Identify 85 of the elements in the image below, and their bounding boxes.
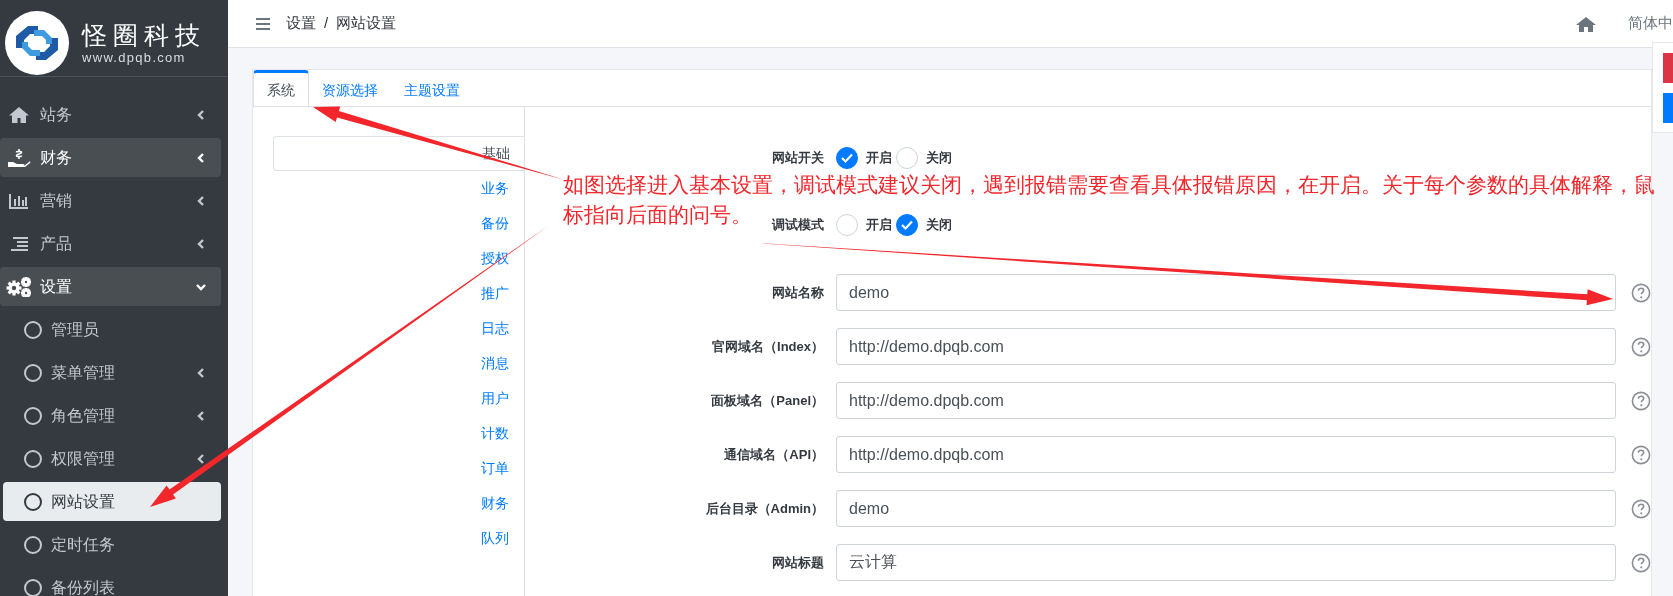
chevron-left-icon xyxy=(195,151,207,164)
section-link[interactable]: 队列 xyxy=(273,521,524,556)
text-field[interactable]: http://demo.dpqb.com xyxy=(836,436,1616,473)
floating-button[interactable] xyxy=(1663,53,1673,83)
radio-button[interactable] xyxy=(896,214,918,236)
circle-icon xyxy=(24,535,42,554)
option-label: 关闭 xyxy=(926,149,952,168)
section-link[interactable]: 订单 xyxy=(273,451,524,486)
help-icon xyxy=(1631,552,1651,573)
option-label: 开启 xyxy=(866,216,892,235)
gears-icon xyxy=(6,276,32,297)
circle-icon xyxy=(24,578,42,596)
floating-button[interactable] xyxy=(1663,93,1673,123)
bar-chart-icon xyxy=(9,192,29,209)
sidebar-subitem[interactable]: 备份列表 xyxy=(0,568,221,596)
field-label: 调试模式 xyxy=(772,217,824,233)
chevron-left-icon xyxy=(195,237,207,250)
field-label: 通信域名（API） xyxy=(724,446,824,462)
help-icon xyxy=(1631,282,1651,303)
circle-icon xyxy=(24,406,42,425)
breadcrumb-item: 网站设置 xyxy=(336,13,397,34)
text-field[interactable]: http://demo.dpqb.com xyxy=(836,328,1616,365)
field-label: 官网域名（Index） xyxy=(712,338,824,354)
sidebar-item[interactable]: 站务 xyxy=(0,95,221,134)
section-link[interactable]: 备份 xyxy=(273,206,524,241)
breadcrumb-separator: / xyxy=(324,13,329,34)
option-label: 关闭 xyxy=(926,216,952,235)
list-icon xyxy=(9,235,29,252)
sidebar-item[interactable]: 产品 xyxy=(0,224,221,263)
sidebar-subitem[interactable]: 定时任务 xyxy=(0,525,221,564)
radio-button[interactable] xyxy=(836,147,858,169)
field-label: 面板域名（Panel） xyxy=(711,392,824,408)
chevron-left-icon xyxy=(195,366,207,379)
chevron-left-icon xyxy=(195,452,207,465)
section-link[interactable]: 日志 xyxy=(273,311,524,346)
section-link[interactable]: 财务 xyxy=(273,486,524,521)
sidebar-subitem[interactable]: 角色管理 xyxy=(0,396,221,435)
field-label: 网站开关 xyxy=(772,150,824,166)
section-link[interactable]: 推广 xyxy=(273,276,524,311)
home-icon xyxy=(8,105,30,124)
sidebar-item[interactable]: 财务 xyxy=(0,138,221,177)
chevron-left-icon xyxy=(195,409,207,422)
tab[interactable]: 系统 xyxy=(253,70,309,108)
annotation-text: 标指向后面的问号。 xyxy=(563,202,752,228)
home-icon xyxy=(1576,15,1596,32)
sidebar-item[interactable]: 设置 xyxy=(0,267,221,306)
circle-icon xyxy=(24,320,42,339)
tab[interactable]: 资源选择 xyxy=(309,70,391,107)
hand-money-icon xyxy=(7,147,31,168)
text-field[interactable]: demo xyxy=(836,274,1616,311)
sidebar-item[interactable]: 营销 xyxy=(0,181,221,220)
help-icon xyxy=(1631,336,1651,357)
circle-icon xyxy=(24,363,42,382)
circle-icon xyxy=(24,492,42,511)
section-link[interactable]: 业务 xyxy=(273,171,524,206)
help-icon xyxy=(1631,390,1651,411)
check-icon xyxy=(840,152,854,164)
section-link[interactable]: 用户 xyxy=(273,381,524,416)
menu-icon xyxy=(256,16,272,31)
language-selector[interactable]: 简体中 xyxy=(1628,12,1673,35)
sidebar-subitem[interactable]: 管理员 xyxy=(0,310,221,349)
text-field[interactable]: http://demo.dpqb.com xyxy=(836,382,1616,419)
breadcrumb-item[interactable]: 设置 xyxy=(286,12,316,35)
section-link[interactable]: 消息 xyxy=(273,346,524,381)
field-label: 后台目录（Admin） xyxy=(705,500,824,516)
annotation-text: 如图选择进入基本设置，调试模式建议关闭，遇到报错需要查看具体报错原因，在开启。关于每个参数的具体解释，鼠 xyxy=(563,172,1655,198)
help-icon xyxy=(1631,444,1651,465)
field-label: 网站名称 xyxy=(772,284,824,300)
section-link[interactable]: 计数 xyxy=(273,416,524,451)
chevron-left-icon xyxy=(195,108,207,121)
text-field[interactable]: 云计算 xyxy=(836,544,1616,581)
help-icon xyxy=(1631,498,1651,519)
circle-icon xyxy=(24,449,42,468)
sidebar-subitem[interactable]: 菜单管理 xyxy=(0,353,221,392)
tab[interactable]: 主题设置 xyxy=(391,70,473,107)
option-label: 开启 xyxy=(866,149,892,168)
brand-url: www.dpqb.com xyxy=(82,50,187,66)
check-icon xyxy=(900,219,914,231)
brand-name: 怪圈科技 xyxy=(82,20,206,50)
logo-icon xyxy=(4,10,70,76)
text-field[interactable]: demo xyxy=(836,490,1616,527)
field-label: 网站标题 xyxy=(772,554,824,570)
chevron-left-icon xyxy=(195,194,207,207)
section-link[interactable]: 授权 xyxy=(273,241,524,276)
sidebar-subitem[interactable]: 网站设置 xyxy=(3,482,221,521)
